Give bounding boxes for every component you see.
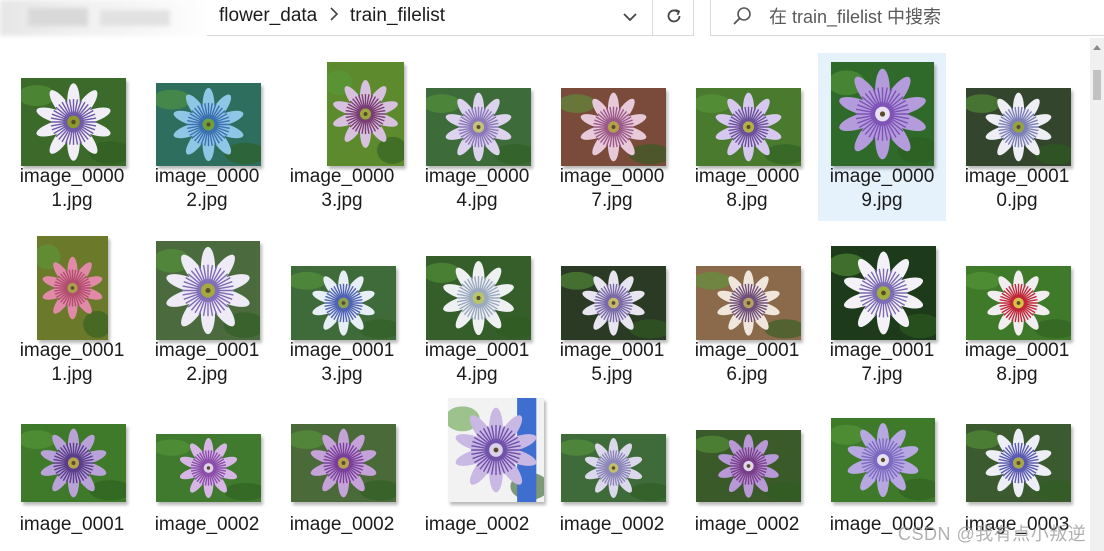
file-thumbnail <box>21 424 126 502</box>
file-name-label: image_0000 7.jpg <box>559 166 665 211</box>
file-thumbnail <box>156 434 261 502</box>
file-item[interactable]: image_0001 7.jpg <box>818 227 946 395</box>
file-thumbnail <box>966 88 1071 166</box>
file-thumbnail <box>291 266 396 340</box>
file-name-label: image_0000 3.jpg <box>289 166 395 211</box>
breadcrumb-train-filelist[interactable]: train_filelist <box>350 5 445 27</box>
file-name-label: image_0002 <box>559 514 665 535</box>
file-item[interactable]: image_0000 1.jpg <box>8 53 136 221</box>
file-item[interactable]: image_0001 0.jpg <box>953 53 1081 221</box>
chevron-right-icon[interactable] <box>329 6 339 26</box>
file-name-label: image_0001 5.jpg <box>559 340 665 385</box>
file-item[interactable]: image_0000 9.jpg <box>818 53 946 221</box>
scrollbar-thumb[interactable] <box>1093 70 1101 100</box>
file-item[interactable]: image_0002 <box>548 401 676 551</box>
file-thumbnail <box>156 241 260 340</box>
file-item[interactable]: image_0001 1.jpg <box>8 227 136 395</box>
file-name-label: image_0001 3.jpg <box>289 340 395 385</box>
file-name-label: image_0001 2.jpg <box>154 340 260 385</box>
file-name-label: image_0002 <box>424 514 530 535</box>
file-thumbnail <box>426 256 531 340</box>
file-name-label: image_0002 <box>154 514 260 535</box>
file-item[interactable]: image_0001 5.jpg <box>548 227 676 395</box>
file-item[interactable]: image_0002 <box>413 398 544 551</box>
file-thumbnail <box>696 430 801 502</box>
file-item[interactable]: image_0001 <box>8 401 136 551</box>
file-name-label: image_0001 8.jpg <box>964 340 1070 385</box>
scroll-up-icon[interactable] <box>1090 40 1104 54</box>
file-thumbnail <box>966 424 1071 502</box>
file-item[interactable]: image_0000 8.jpg <box>683 53 811 221</box>
refresh-button[interactable] <box>652 0 694 36</box>
file-thumbnail <box>831 62 934 166</box>
file-name-label: image_0002 <box>694 514 800 535</box>
file-name-label: image_0002 <box>289 514 395 535</box>
address-dropdown-button[interactable] <box>609 0 651 36</box>
file-thumbnail <box>831 246 936 340</box>
search-input[interactable] <box>769 4 1089 30</box>
file-name-label: image_0001 0.jpg <box>964 166 1070 211</box>
file-thumbnail <box>448 398 544 502</box>
file-thumbnail <box>156 83 261 166</box>
file-item[interactable]: image_0000 2.jpg <box>143 53 271 221</box>
file-thumbnail <box>21 78 126 166</box>
file-item[interactable]: image_0002 <box>278 401 406 551</box>
chevron-down-icon <box>622 9 638 27</box>
file-item[interactable]: image_0000 4.jpg <box>413 53 541 221</box>
file-thumbnail <box>966 266 1071 340</box>
file-item[interactable]: image_0000 7.jpg <box>548 53 676 221</box>
file-item[interactable]: image_0001 4.jpg <box>413 227 541 395</box>
file-name-label: image_0001 6.jpg <box>694 340 800 385</box>
file-item[interactable]: image_0001 2.jpg <box>143 227 271 395</box>
file-item[interactable]: image_0001 8.jpg <box>953 227 1081 395</box>
file-name-label: image_0000 8.jpg <box>694 166 800 211</box>
file-name-label: image_0000 9.jpg <box>829 166 935 211</box>
file-item[interactable]: image_0002 <box>683 401 811 551</box>
file-name-label: image_0000 4.jpg <box>424 166 530 211</box>
file-name-label: image_0001 1.jpg <box>19 340 125 385</box>
file-thumbnail <box>561 434 666 502</box>
top-bar: flower_data train_filelist <box>0 0 1104 38</box>
file-name-label: image_0000 2.jpg <box>154 166 260 211</box>
address-bar[interactable]: flower_data train_filelist <box>207 0 694 36</box>
file-thumbnail <box>561 88 666 166</box>
breadcrumb-flower-data[interactable]: flower_data <box>219 5 317 27</box>
file-item[interactable]: image_0002 <box>143 401 271 551</box>
file-name-label: image_0001 7.jpg <box>829 340 935 385</box>
vertical-scrollbar[interactable] <box>1090 38 1104 551</box>
file-thumbnail <box>37 236 108 340</box>
file-grid: image_0000 1.jpg image_0000 2.jpg image_00… <box>0 38 1090 551</box>
file-name-label: image_0001 4.jpg <box>424 340 530 385</box>
file-name-label: image_0001 <box>19 514 125 535</box>
refresh-icon <box>665 7 683 30</box>
file-item[interactable]: image_0001 6.jpg <box>683 227 811 395</box>
file-thumbnail <box>831 418 935 502</box>
file-item[interactable]: image_0001 3.jpg <box>278 227 406 395</box>
watermark: CSDN @我有点小叛逆 <box>898 524 1087 544</box>
file-item[interactable]: image_0000 3.jpg <box>278 53 406 221</box>
file-thumbnail <box>327 62 404 166</box>
blurred-navigation-area <box>0 0 215 36</box>
file-thumbnail <box>291 424 396 502</box>
file-thumbnail <box>426 88 531 166</box>
search-icon <box>731 6 753 33</box>
file-thumbnail <box>696 266 801 340</box>
file-thumbnail <box>561 266 666 340</box>
search-box[interactable] <box>710 0 1104 36</box>
file-thumbnail <box>696 88 801 166</box>
file-name-label: image_0000 1.jpg <box>19 166 125 211</box>
